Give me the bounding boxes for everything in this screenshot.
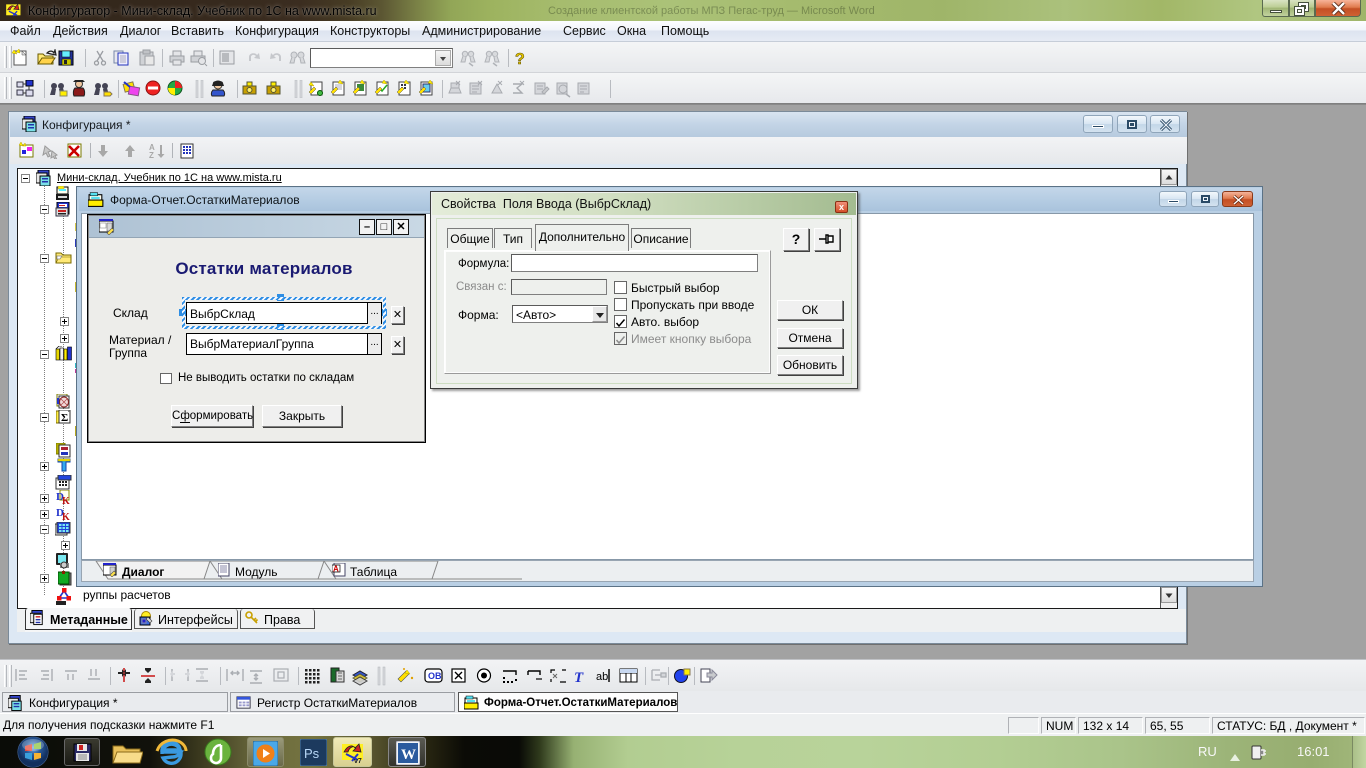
svg-text:A: A xyxy=(333,565,339,574)
svg-text:ab: ab xyxy=(596,671,608,683)
svg-text:Ps: Ps xyxy=(304,746,320,761)
svg-text:v7: v7 xyxy=(354,758,362,764)
svg-text:OB: OB xyxy=(428,671,442,681)
svg-text:Z: Z xyxy=(149,151,154,159)
svg-text:Σ: Σ xyxy=(61,412,68,424)
svg-text:K: K xyxy=(62,512,70,522)
svg-text:K: K xyxy=(62,496,70,506)
svg-text:?: ? xyxy=(515,51,525,67)
svg-text:W: W xyxy=(401,747,416,763)
svg-text:T: T xyxy=(574,670,584,686)
